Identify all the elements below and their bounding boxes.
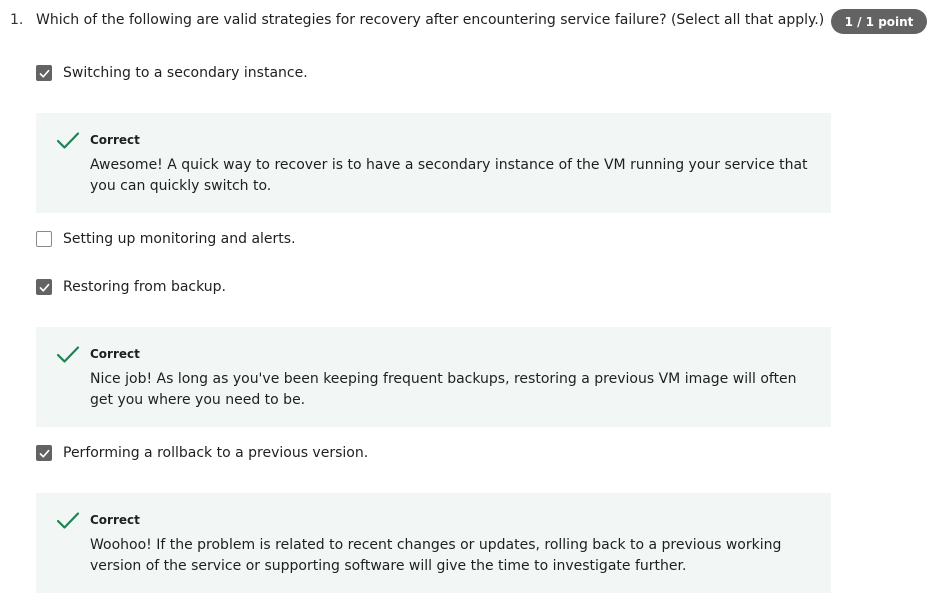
answer-option-backup[interactable]: Restoring from backup.	[36, 276, 226, 298]
answer-checkbox[interactable]	[36, 279, 52, 295]
answer-option-switching[interactable]: Switching to a secondary instance.	[36, 62, 308, 84]
correct-check-icon	[56, 131, 80, 151]
check-mark-icon	[39, 69, 49, 78]
answer-checkbox[interactable]	[36, 445, 52, 461]
correct-check-icon	[56, 345, 80, 365]
question-header: 1. Which of the following are valid stra…	[0, 0, 940, 44]
answer-option-label: Restoring from backup.	[63, 279, 226, 295]
feedback-body: Awesome! A quick way to recover is to ha…	[90, 157, 808, 194]
answer-option-label: Performing a rollback to a previous vers…	[63, 445, 369, 461]
question-number: 1.	[10, 12, 24, 28]
feedback-panel: Correct Awesome! A quick way to recover …	[36, 113, 831, 213]
check-mark-icon	[39, 449, 49, 458]
points-badge: 1 / 1 point	[831, 9, 927, 34]
check-mark-icon	[39, 283, 49, 292]
answer-checkbox[interactable]	[36, 65, 52, 81]
answer-option-label: Setting up monitoring and alerts.	[63, 231, 296, 247]
feedback-panel: Correct Nice job! As long as you've been…	[36, 327, 831, 427]
answer-option-monitoring[interactable]: Setting up monitoring and alerts.	[36, 228, 296, 250]
quiz-page: 1. Which of the following are valid stra…	[0, 0, 940, 595]
answer-option-label: Switching to a secondary instance.	[63, 65, 308, 81]
feedback-body: Nice job! As long as you've been keeping…	[90, 371, 797, 408]
feedback-panel: Correct Woohoo! If the problem is relate…	[36, 493, 831, 593]
answer-checkbox[interactable]	[36, 231, 52, 247]
feedback-title: Correct	[90, 513, 140, 527]
correct-check-icon	[56, 511, 80, 531]
question-text: Which of the following are valid strateg…	[36, 12, 825, 28]
feedback-title: Correct	[90, 347, 140, 361]
feedback-body: Woohoo! If the problem is related to rec…	[90, 537, 782, 574]
feedback-title: Correct	[90, 133, 140, 147]
answer-option-rollback[interactable]: Performing a rollback to a previous vers…	[36, 442, 368, 464]
